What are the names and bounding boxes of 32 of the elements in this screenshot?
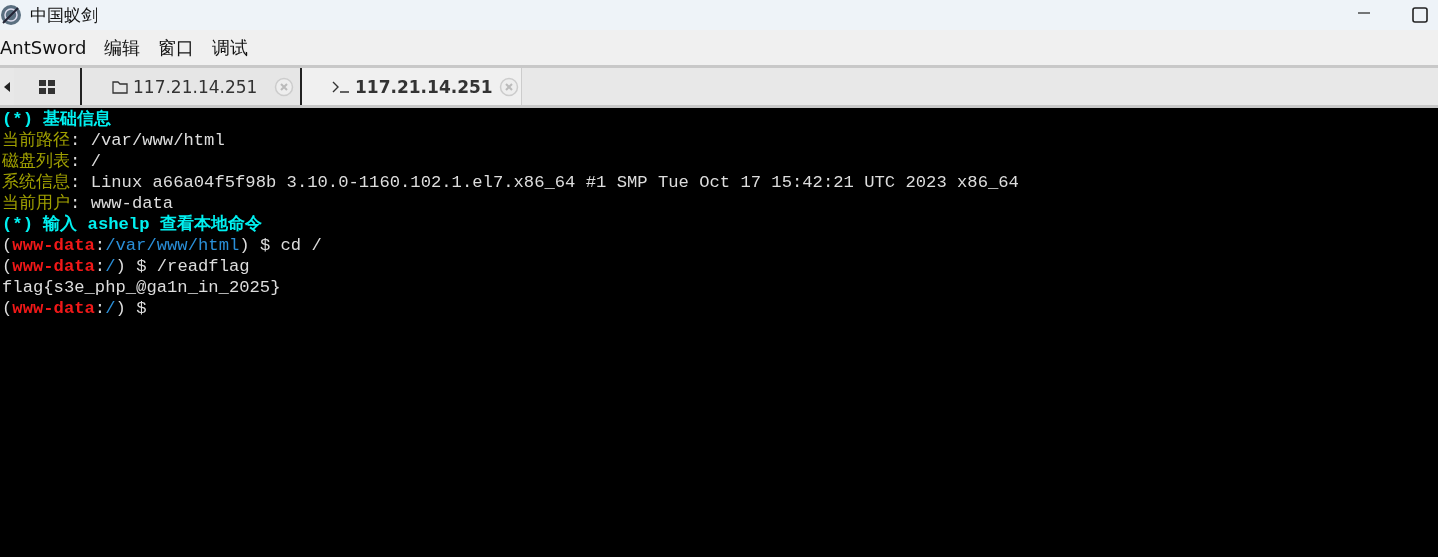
menu-item[interactable]: 窗口 [158,35,195,60]
terminal-text: : [94,236,106,255]
terminal-text: ( [2,299,13,318]
menu-item[interactable]: 调试 [212,35,249,60]
terminal-text: ) $ [115,299,147,318]
info-label: 当前用户 [2,194,70,213]
terminal-text: : / [70,152,101,171]
prompt-user: www-data [12,299,95,318]
prompt-user: www-data [12,236,95,255]
terminal-text: ) $ cd / [239,236,322,255]
section-heading: (*) 输入 ashelp 查看本地命令 [2,215,262,234]
menu-item[interactable]: 编辑 [104,35,141,60]
terminal-text: : [94,257,106,276]
info-label: 当前路径 [2,131,70,150]
terminal-text: ( [2,257,13,276]
tab[interactable]: 117.21.14.251 [302,68,522,105]
terminal-text: : Linux a66a04f5f98b 3.10.0-1160.102.1.el7.x86_64 #1 SMP Tue Oct 17 15:42:21 UTC 2023 x86_64 [70,173,1019,192]
info-label: 系统信息 [2,173,70,192]
terminal-text: : [94,299,106,318]
terminal-text: : /var/www/html [70,131,225,150]
terminal-text: : www-data [70,194,174,213]
terminal-text: ) $ /readflag [115,257,250,276]
prompt-path: / [105,299,116,318]
prompt-user: www-data [12,257,95,276]
menu-item[interactable]: AntSword [0,37,87,58]
info-label: 磁盘列表 [2,152,70,171]
prompt-path: /var/www/html [105,236,240,255]
section-heading: (*) 基础信息 [2,110,112,129]
prompt-path: / [105,257,116,276]
terminal-text: ( [2,236,13,255]
terminal-text: flag{s3e_php_@ga1n_in_2025} [2,278,281,297]
window-title: 中国蚁剑 [30,3,98,27]
